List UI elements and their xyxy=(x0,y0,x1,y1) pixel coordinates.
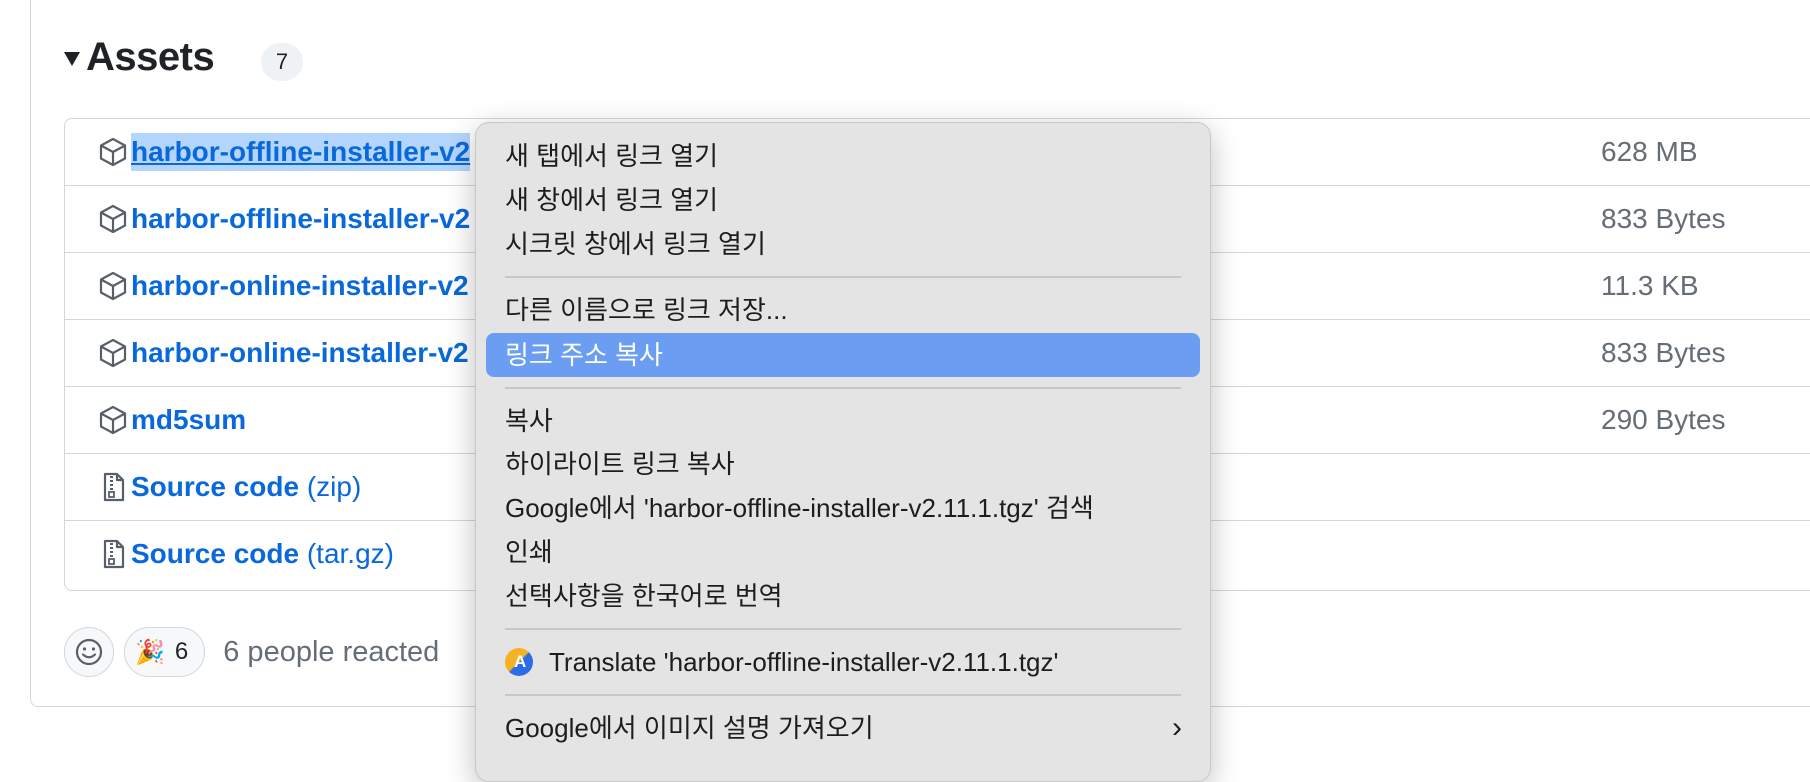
menu-open-new-window[interactable]: 새 창에서 링크 열기 xyxy=(486,178,1200,222)
menu-separator xyxy=(505,387,1181,389)
menu-translate-selection[interactable]: 선택사항을 한국어로 번역 xyxy=(486,574,1200,618)
package-icon xyxy=(99,137,127,167)
menu-print[interactable]: 인쇄 xyxy=(486,530,1200,574)
assets-title: Assets xyxy=(86,34,215,79)
tada-reaction-button[interactable]: 🎉 6 xyxy=(124,627,206,677)
chevron-right-icon: › xyxy=(1172,711,1182,744)
assets-toggle[interactable]: Assets xyxy=(64,32,215,82)
package-icon xyxy=(99,204,127,234)
tada-count: 6 xyxy=(174,638,189,665)
asset-link-name: Source code xyxy=(131,471,300,502)
file-zip-icon xyxy=(103,472,125,502)
menu-open-incognito[interactable]: 시크릿 창에서 링크 열기 xyxy=(486,222,1200,266)
tada-icon: 🎉 xyxy=(135,638,165,666)
smiley-icon xyxy=(75,638,103,666)
asset-link[interactable]: harbor-offline-installer-v2 xyxy=(131,133,471,171)
asset-size: 290 Bytes xyxy=(1601,404,1726,435)
menu-translate-extension[interactable]: Translate 'harbor-offline-installer-v2.1… xyxy=(486,640,1200,684)
menu-separator xyxy=(505,694,1181,696)
context-menu: 새 탭에서 링크 열기 새 창에서 링크 열기 시크릿 창에서 링크 열기 다른… xyxy=(475,122,1211,782)
menu-translate-extension-label: Translate 'harbor-offline-installer-v2.1… xyxy=(549,647,1059,677)
package-icon xyxy=(99,271,127,301)
menu-copy-link-address[interactable]: 링크 주소 복사 xyxy=(486,333,1200,377)
asset-link[interactable]: harbor-offline-installer-v2 xyxy=(131,200,470,238)
reactions-summary: 6 people reacted xyxy=(223,635,440,668)
asset-link-ext: (zip) xyxy=(306,471,362,502)
assets-count-badge: 7 xyxy=(261,43,303,81)
reactions-bar: 🎉 6 6 people reacted xyxy=(64,626,439,678)
menu-copy[interactable]: 복사 xyxy=(486,399,1200,443)
triangle-down-icon xyxy=(64,52,80,66)
file-zip-icon xyxy=(103,539,125,569)
menu-google-image-description[interactable]: Google에서 이미지 설명 가져오기 › xyxy=(486,706,1200,750)
asset-link[interactable]: harbor-online-installer-v2 xyxy=(131,334,469,372)
menu-google-search[interactable]: Google에서 'harbor-offline-installer-v2.11… xyxy=(486,486,1200,530)
menu-separator xyxy=(505,628,1181,630)
package-icon xyxy=(99,338,127,368)
translate-icon xyxy=(505,648,533,677)
asset-link[interactable]: Source code (zip) xyxy=(131,468,361,506)
asset-size: 833 Bytes xyxy=(1601,337,1726,368)
menu-separator xyxy=(505,276,1181,278)
menu-open-new-tab[interactable]: 새 탭에서 링크 열기 xyxy=(486,134,1200,178)
menu-google-image-description-label: Google에서 이미지 설명 가져오기 xyxy=(505,713,874,743)
asset-link[interactable]: md5sum xyxy=(131,401,246,439)
asset-link-ext: (tar.gz) xyxy=(306,538,394,569)
menu-copy-highlight-link[interactable]: 하이라이트 링크 복사 xyxy=(486,442,1200,486)
menu-save-link-as[interactable]: 다른 이름으로 링크 저장... xyxy=(486,288,1200,332)
add-reaction-button[interactable] xyxy=(64,627,114,677)
package-icon xyxy=(99,405,127,435)
asset-size: 833 Bytes xyxy=(1601,203,1726,234)
asset-size: 628 MB xyxy=(1601,136,1698,167)
asset-size: 11.3 KB xyxy=(1601,270,1699,301)
asset-link[interactable]: harbor-online-installer-v2 xyxy=(131,267,469,305)
asset-link-name: Source code xyxy=(131,538,300,569)
asset-link[interactable]: Source code (tar.gz) xyxy=(131,535,394,573)
